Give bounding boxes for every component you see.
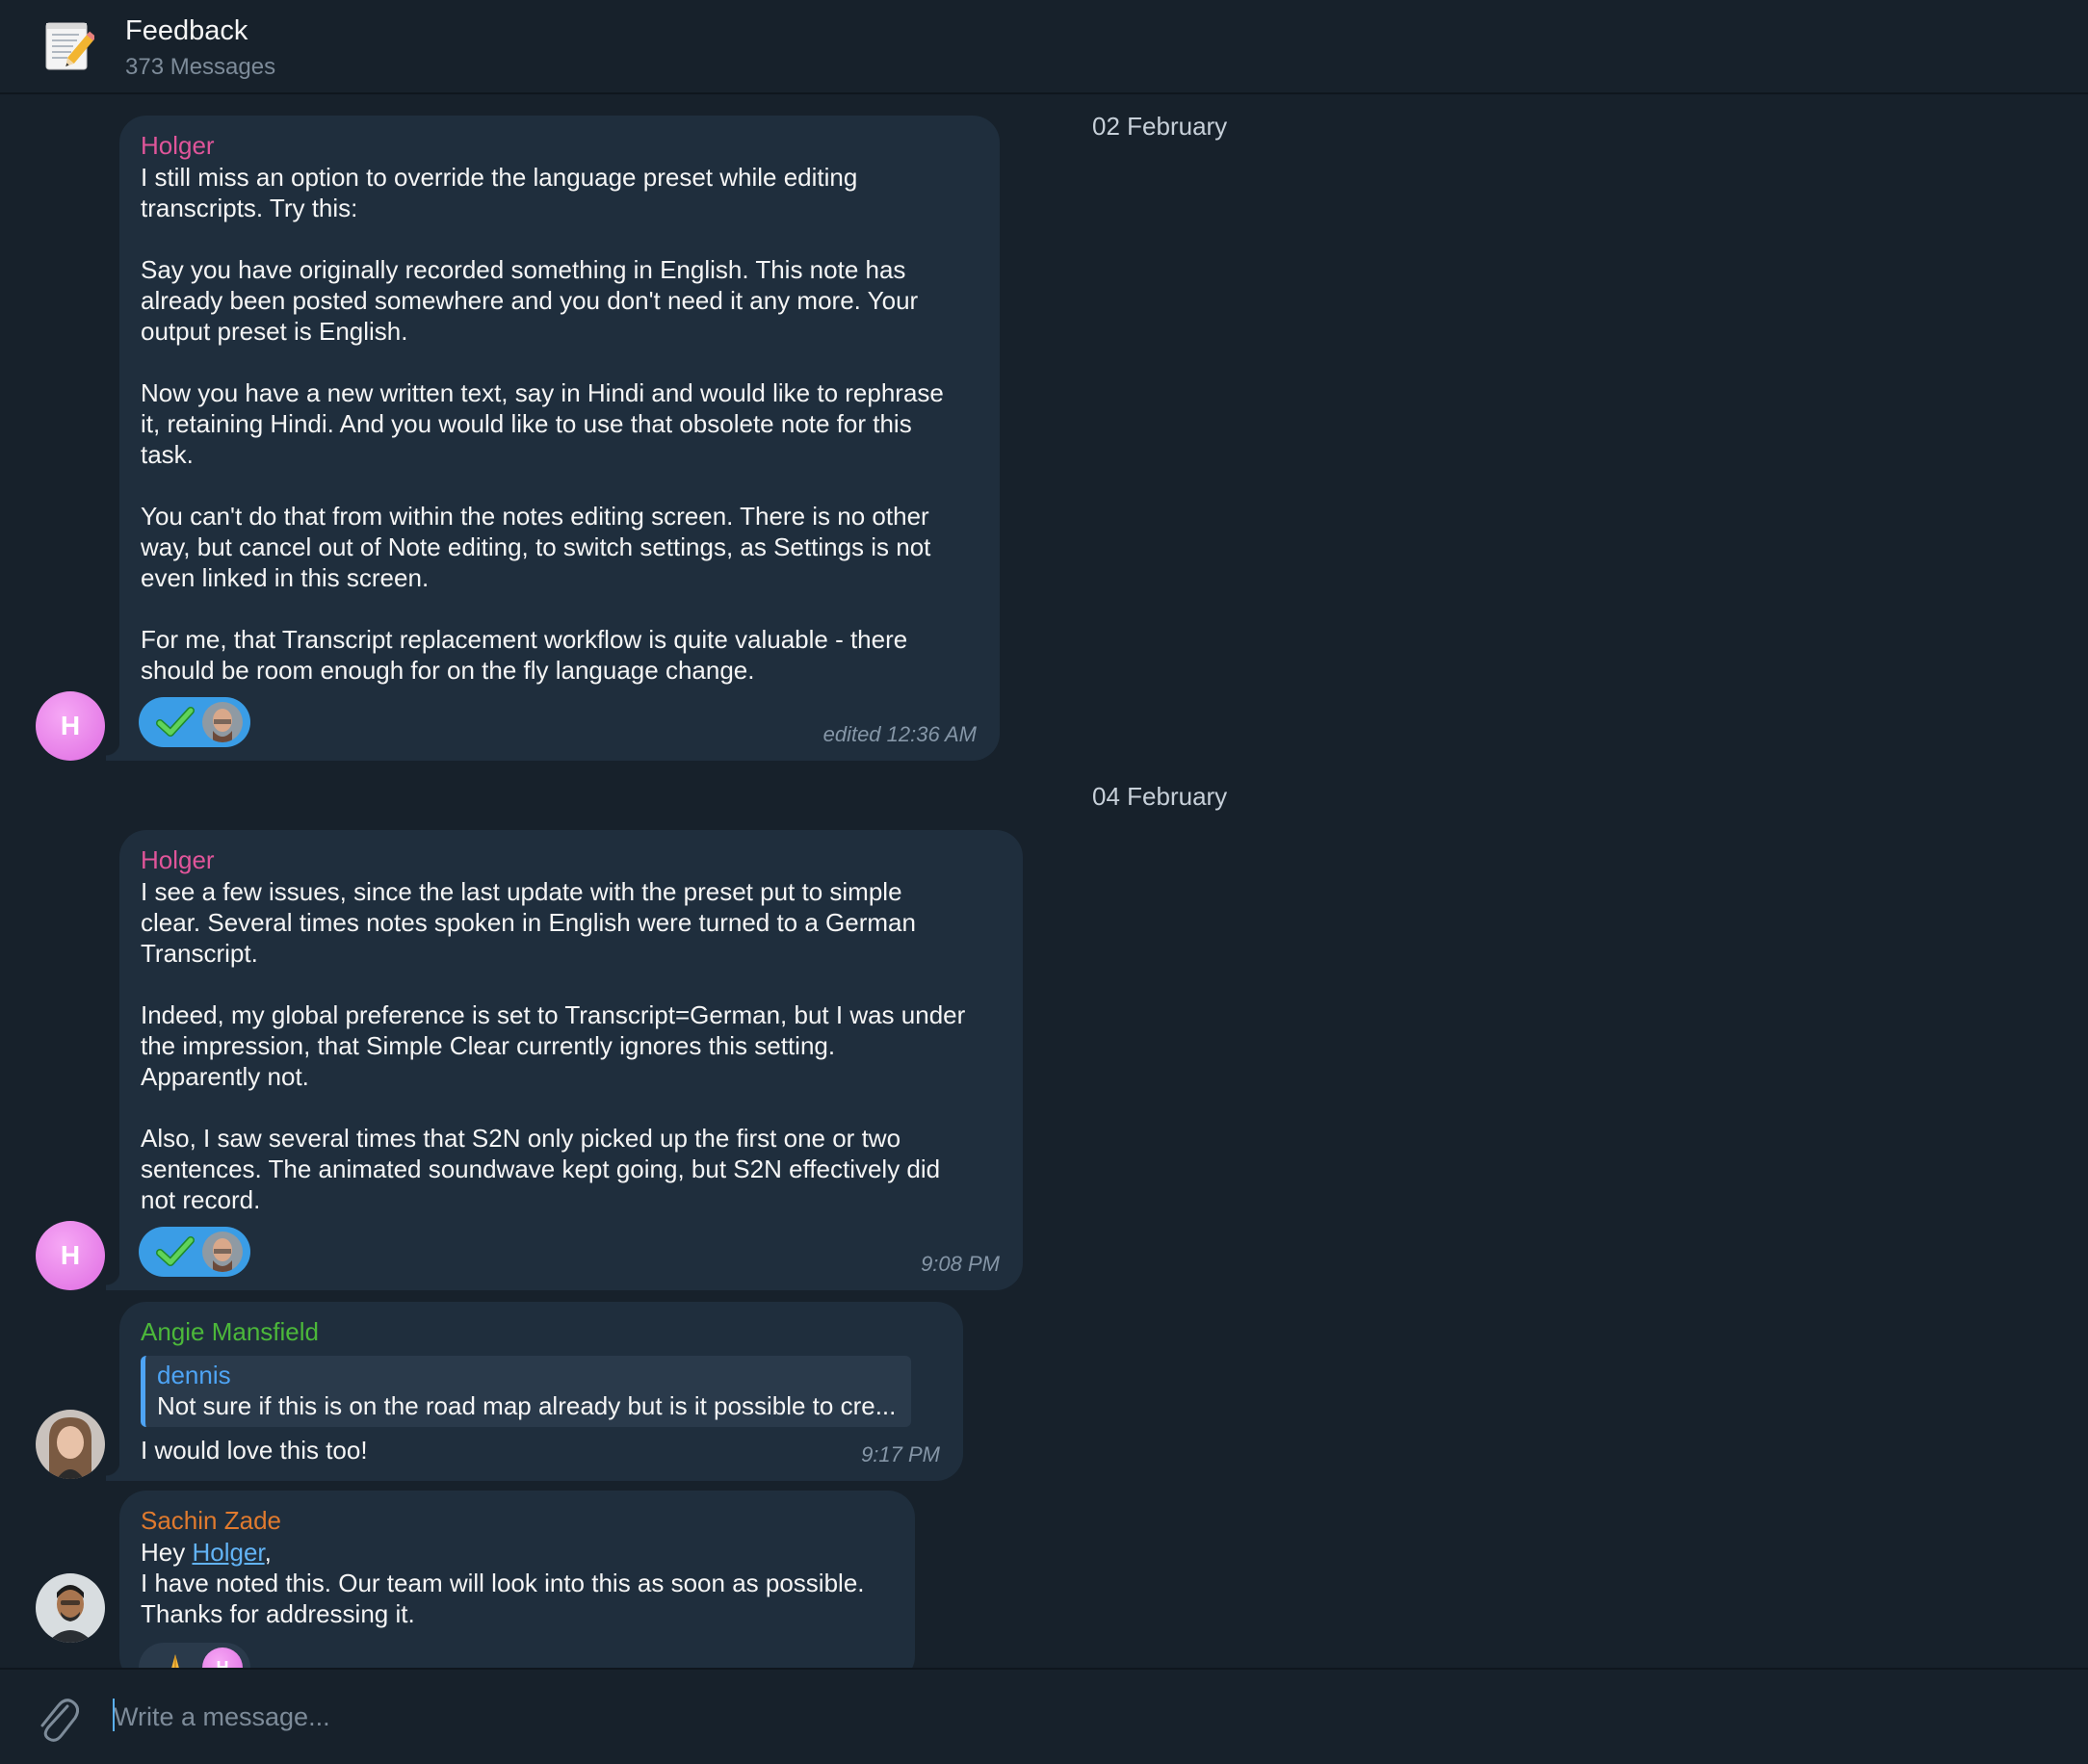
sender-name[interactable]: Angie Mansfield — [141, 1315, 942, 1348]
mention-link[interactable]: Holger — [192, 1538, 264, 1567]
message-input[interactable] — [112, 1691, 2023, 1743]
message-bubble[interactable]: Sachin Zade Hey Holger, I have noted thi… — [119, 1491, 915, 1668]
text-caret — [113, 1699, 115, 1731]
date-separator: 04 February — [1092, 782, 1228, 811]
message-text: Hey Holger, — [141, 1537, 894, 1568]
reactor-avatar: H — [202, 1647, 243, 1668]
avatar[interactable] — [36, 1573, 105, 1643]
message-text-prefix: Hey — [141, 1538, 193, 1567]
sender-name[interactable]: Holger — [141, 129, 979, 162]
message-count: 373 Messages — [125, 54, 276, 80]
avatar[interactable] — [36, 1410, 105, 1479]
message-text: I see a few issues, since the last updat… — [141, 877, 966, 1214]
chat-window: Feedback 373 Messages 02 February 04 Feb… — [0, 0, 2088, 1764]
message-text: I still miss an option to override the l… — [141, 163, 944, 685]
memo-pencil-icon — [45, 22, 94, 70]
date-separator: 02 February — [1092, 112, 1228, 141]
reaction-chip[interactable] — [139, 697, 250, 747]
sender-name[interactable]: Holger — [141, 843, 1002, 876]
message-text-suffix: , — [264, 1538, 272, 1567]
reactor-avatar — [202, 1232, 243, 1272]
check-mark-icon — [156, 707, 195, 737]
paperclip-icon[interactable] — [35, 1693, 79, 1743]
message-composer — [0, 1668, 2088, 1764]
message-bubble[interactable]: Angie Mansfield dennis Not sure if this … — [106, 1302, 963, 1481]
sender-name[interactable]: Sachin Zade — [141, 1504, 894, 1537]
reactor-avatar — [202, 702, 243, 742]
message-time: 9:08 PM — [921, 1252, 1000, 1276]
reply-quote[interactable]: dennis Not sure if this is on the road m… — [141, 1356, 911, 1427]
avatar[interactable]: H — [36, 691, 105, 761]
chat-header[interactable]: Feedback 373 Messages — [0, 0, 2088, 94]
message-bubble[interactable]: Holger I see a few issues, since the las… — [106, 830, 1023, 1290]
message-time: edited 12:36 AM — [822, 722, 977, 746]
avatar[interactable]: H — [36, 1221, 105, 1290]
message-bubble[interactable]: Holger I still miss an option to overrid… — [106, 116, 1000, 761]
message-text: I have noted this. Our team will look in… — [141, 1569, 865, 1628]
check-mark-icon — [156, 1236, 195, 1266]
message-time: 9:17 PM — [861, 1442, 940, 1466]
folded-hands-icon — [171, 1654, 179, 1668]
message-text: I would love this too! — [141, 1436, 368, 1465]
chat-title[interactable]: Feedback — [125, 15, 248, 47]
reaction-chip[interactable]: H — [139, 1643, 250, 1668]
message-list[interactable]: 02 February 04 February Holger I still m… — [0, 96, 2088, 1668]
reply-text: Not sure if this is on the road map alre… — [157, 1391, 897, 1420]
reply-author: dennis — [157, 1361, 231, 1389]
reaction-chip[interactable] — [139, 1227, 250, 1277]
